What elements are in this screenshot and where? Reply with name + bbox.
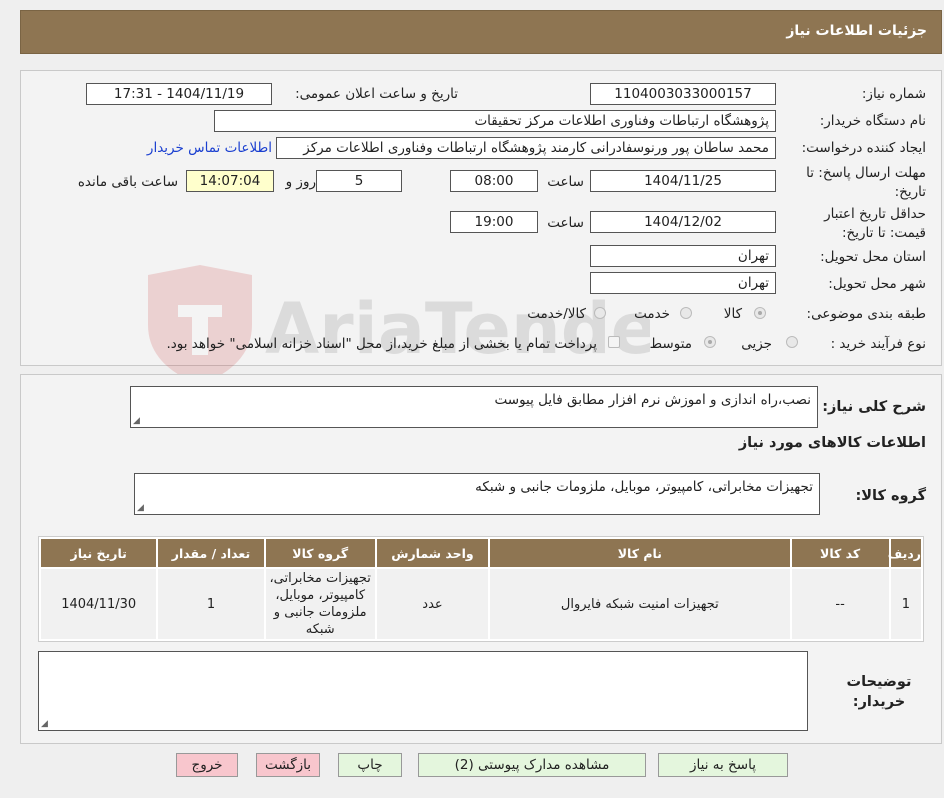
- table-header-row: ردیف کد کالا نام کالا واحد شمارش گروه کا…: [41, 539, 921, 567]
- back-button[interactable]: بازگشت: [256, 753, 320, 777]
- exit-button[interactable]: خروج: [176, 753, 238, 777]
- table-cell: تجهیزات امنیت شبکه فایروال: [490, 569, 790, 639]
- table-cell: عدد: [376, 569, 489, 639]
- treasury-payment-note: پرداخت تمام یا بخشی از مبلغ خرید،از محل …: [166, 336, 597, 352]
- need-number-label: شماره نیاز:: [861, 86, 926, 102]
- view-attachments-button[interactable]: مشاهده مدارک پیوستی (2): [418, 753, 646, 777]
- page-header: جزئیات اطلاعات نیاز: [20, 10, 942, 54]
- print-button[interactable]: چاپ: [338, 753, 402, 777]
- process-option-medium: متوسط: [649, 336, 692, 352]
- resize-grip-icon: ◢: [41, 719, 48, 729]
- deadline-date-field: 1404/11/25: [590, 170, 776, 192]
- column-header: واحد شمارش: [376, 539, 489, 567]
- time-remaining-field: 14:07:04: [186, 170, 274, 192]
- creator-label: ایجاد کننده درخواست:: [801, 140, 926, 156]
- respond-button[interactable]: پاسخ به نیاز: [658, 753, 788, 777]
- process-option-minor: جزیی: [741, 336, 772, 352]
- buyer-org-field: پژوهشگاه ارتباطات وفناوری اطلاعات مرکز ت…: [214, 110, 776, 132]
- buyer-org-label: نام دستگاه خریدار:: [819, 113, 926, 129]
- resize-grip-icon: ◢: [137, 503, 144, 513]
- category-option-service: خدمت: [634, 306, 670, 322]
- goods-group-text: تجهیزات مخابراتی، کامپیوتر، موبایل، ملزو…: [475, 479, 813, 495]
- column-header: نام کالا: [490, 539, 790, 567]
- validity-label: حداقل تاریخ اعتبار قیمت: تا تاریخ:: [824, 206, 926, 241]
- buyer-notes-label: توضیحات خریدار:: [846, 674, 912, 710]
- goods-section-title: اطلاعات کالاهای مورد نیاز: [738, 435, 926, 451]
- process-radio-minor[interactable]: [786, 336, 798, 348]
- category-option-goods-service: کالا/خدمت: [527, 306, 586, 322]
- category-radio-goods-service[interactable]: [594, 307, 606, 319]
- category-radio-goods[interactable]: [754, 307, 766, 319]
- announce-field: 1404/11/19 - 17:31: [86, 83, 272, 105]
- treasury-payment-checkbox[interactable]: [608, 336, 620, 348]
- column-header: گروه کالا: [265, 539, 375, 567]
- column-header: تاریخ نیاز: [41, 539, 157, 567]
- province-label: استان محل تحویل:: [820, 249, 926, 265]
- deadline-time-label: ساعت: [547, 174, 584, 190]
- need-number-field: 1104003033000157: [590, 83, 776, 105]
- announce-label: تاریخ و ساعت اعلان عمومی:: [295, 86, 458, 102]
- buyer-contact-link[interactable]: اطلاعات تماس خریدار: [147, 140, 272, 156]
- table-cell: تجهیزات مخابراتی، کامپیوتر، موبایل، ملزو…: [265, 569, 375, 639]
- description-text: نصب،راه اندازی و اموزش نرم افزار مطابق ف…: [494, 392, 812, 408]
- deadline-label: مهلت ارسال پاسخ: تا تاریخ:: [806, 165, 926, 200]
- page-title: جزئیات اطلاعات نیاز: [786, 23, 927, 39]
- column-header: ردیف: [888, 539, 921, 567]
- table-cell: --: [791, 569, 889, 639]
- time-remaining-label: ساعت باقی مانده: [77, 174, 178, 190]
- table-cell: 1: [890, 569, 921, 639]
- days-remaining-field: 5: [316, 170, 402, 192]
- validity-date-field: 1404/12/02: [590, 211, 776, 233]
- table-row: 1 -- تجهیزات امنیت شبکه فایروال عدد تجهی…: [41, 569, 921, 639]
- column-header: تعداد / مقدار: [158, 539, 264, 567]
- goods-table: ردیف کد کالا نام کالا واحد شمارش گروه کا…: [38, 536, 924, 642]
- deadline-time-field: 08:00: [450, 170, 538, 192]
- category-label: طبقه بندی موضوعی:: [806, 306, 926, 322]
- table-cell: 1404/11/30: [41, 569, 157, 639]
- description-label: شرح کلی نیاز:: [822, 399, 926, 415]
- process-radio-medium[interactable]: [704, 336, 716, 348]
- city-field: تهران: [590, 272, 776, 294]
- goods-group-field: تجهیزات مخابراتی، کامپیوتر، موبایل، ملزو…: [134, 473, 820, 515]
- category-radio-service[interactable]: [680, 307, 692, 319]
- city-label: شهر محل تحویل:: [828, 276, 926, 292]
- column-header: کد کالا: [791, 539, 889, 567]
- buyer-notes-field: ◢: [38, 651, 808, 731]
- validity-time-label: ساعت: [547, 215, 584, 231]
- validity-time-field: 19:00: [450, 211, 538, 233]
- days-label: روز و: [285, 174, 316, 190]
- province-field: تهران: [590, 245, 776, 267]
- process-label: نوع فرآیند خرید :: [830, 336, 926, 352]
- creator-field: محمد ساطان پور ورنوسفادرانی کارمند پژوهش…: [276, 137, 776, 159]
- goods-group-label: گروه کالا:: [855, 488, 926, 504]
- resize-grip-icon: ◢: [133, 416, 140, 426]
- description-field: نصب،راه اندازی و اموزش نرم افزار مطابق ف…: [130, 386, 818, 428]
- category-option-goods: کالا: [723, 306, 742, 322]
- table-cell: 1: [158, 569, 264, 639]
